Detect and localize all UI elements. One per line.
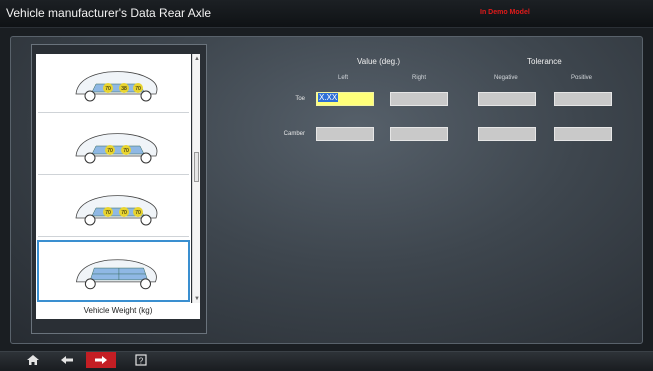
weight-caption: Vehicle Weight (kg) — [36, 303, 200, 319]
svg-text:70: 70 — [105, 210, 111, 216]
toe-positive-field[interactable] — [554, 92, 612, 106]
thumbnail-weight-option-2[interactable]: 70 70 — [38, 116, 189, 175]
row-label-camber: Camber — [283, 131, 305, 137]
svg-text:70: 70 — [135, 210, 141, 216]
thumbnail-scrollbar[interactable]: ▲ ▼ — [192, 54, 200, 304]
home-icon[interactable] — [18, 352, 48, 368]
svg-text:?: ? — [139, 357, 144, 366]
scroll-up-icon[interactable]: ▲ — [194, 56, 200, 62]
toe-right-field[interactable] — [390, 92, 448, 106]
window-title: Vehicle manufacturer's Data Rear Axle — [6, 6, 212, 20]
car-weight-icon — [76, 259, 157, 290]
column-positive: Positive — [571, 75, 593, 81]
car-weight-icon: 70 70 70 — [75, 195, 158, 226]
svg-text:38: 38 — [121, 86, 127, 92]
weight-thumbnail-list[interactable]: 70 38 70 70 70 70 70 70 — [36, 54, 191, 304]
toe-negative-field[interactable] — [478, 92, 536, 106]
svg-text:70: 70 — [107, 148, 113, 154]
thumbnail-weight-option-3[interactable]: 70 70 70 — [38, 178, 189, 237]
svg-text:70: 70 — [121, 210, 127, 216]
scroll-down-icon[interactable]: ▼ — [194, 296, 200, 302]
tolerance-header: Tolerance — [527, 57, 562, 66]
svg-text:70: 70 — [105, 86, 111, 92]
camber-right-field[interactable] — [390, 127, 448, 141]
scrollbar-thumb[interactable] — [194, 152, 199, 182]
camber-positive-field[interactable] — [554, 127, 612, 141]
toe-left-field[interactable]: X.XX — [316, 92, 374, 106]
camber-left-field[interactable] — [316, 127, 374, 141]
demo-mode-label: In Demo Model — [480, 9, 530, 16]
car-weight-icon: 70 70 — [75, 133, 158, 164]
svg-text:70: 70 — [123, 148, 129, 154]
arrow-right-icon[interactable] — [86, 352, 116, 368]
arrow-left-icon[interactable] — [52, 352, 82, 368]
camber-negative-field[interactable] — [478, 127, 536, 141]
row-label-toe: Toe — [295, 96, 305, 102]
column-right: Right — [412, 75, 427, 81]
help-icon[interactable]: ? — [126, 352, 156, 368]
title-bar: Vehicle manufacturer's Data Rear Axle In… — [0, 0, 653, 28]
thumbnail-weight-option-1[interactable]: 70 38 70 — [38, 54, 189, 113]
column-left: Left — [338, 75, 349, 81]
car-weight-icon: 70 38 70 — [75, 71, 158, 102]
toe-left-value: X.XX — [318, 93, 339, 102]
svg-text:70: 70 — [135, 86, 141, 92]
column-negative: Negative — [494, 75, 518, 81]
value-header: Value (deg.) — [357, 57, 400, 66]
thumbnail-weight-option-4-selected[interactable] — [37, 240, 190, 302]
